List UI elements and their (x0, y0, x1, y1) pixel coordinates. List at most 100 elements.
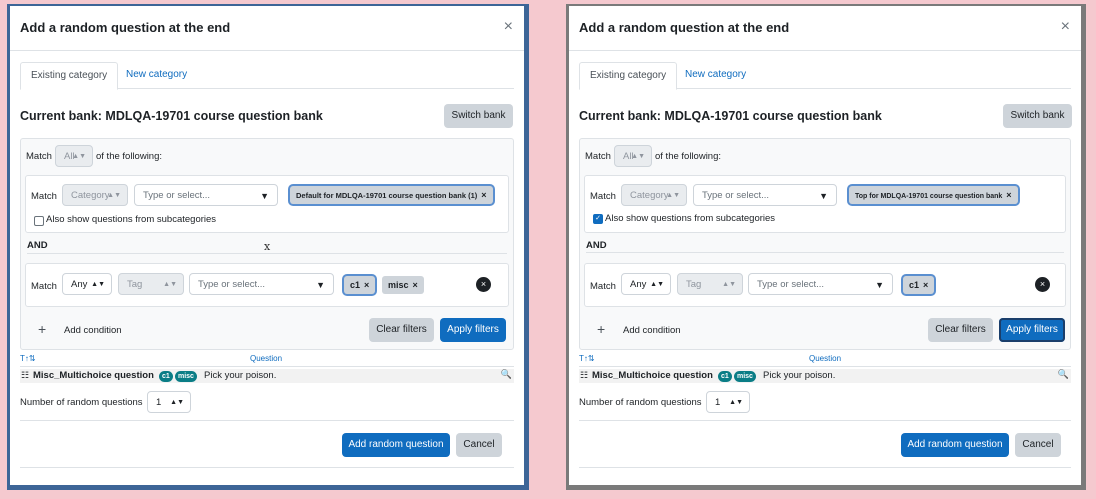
tag-type-value: Tag (127, 279, 143, 290)
add-random-question-button[interactable]: Add random question (342, 433, 450, 457)
preview-icon[interactable]: 🔍 (501, 369, 512, 380)
divider (586, 252, 1064, 253)
tag-condition: Match Any ▲▼ Tag ▲▼ Type or select... ▼ c1 ×… (25, 263, 509, 307)
tabs: Existing category New category (579, 62, 1071, 90)
match-label: Match (590, 281, 616, 292)
divider (579, 420, 1071, 421)
dialog-title: Add a random question at the end (579, 20, 790, 35)
tag-any-select[interactable]: Any ▲▼ (62, 273, 112, 295)
category-placeholder: Type or select... (143, 190, 211, 201)
apply-filters-button[interactable]: Apply filters (440, 318, 506, 342)
tag-chip-c1[interactable]: c1 × (344, 276, 376, 294)
tag-any-select[interactable]: Any ▲▼ (621, 273, 671, 295)
switch-bank-button[interactable]: Switch bank (444, 104, 513, 128)
add-random-question-button[interactable]: Add random question (901, 433, 1009, 457)
num-random-select[interactable]: 1 ▲▼ (147, 391, 191, 413)
tag-type-select[interactable]: Tag ▲▼ (118, 273, 184, 295)
match-all-select[interactable]: All ▲▼ (55, 145, 93, 167)
add-condition-link[interactable]: Add condition (64, 325, 122, 336)
category-placeholder: Type or select... (702, 190, 770, 201)
and-label: AND (27, 240, 48, 251)
tag-badge-misc: misc (734, 371, 756, 382)
left-dialog-frame: Add a random question at the end × Exist… (7, 4, 529, 490)
clear-filters-button[interactable]: Clear filters (928, 318, 993, 342)
question-table-header: T↑⇅ Question (579, 354, 1071, 367)
plus-icon[interactable]: + (38, 321, 46, 337)
tab-existing-category[interactable]: Existing category (579, 62, 678, 90)
preview-icon[interactable]: 🔍 (1058, 369, 1069, 380)
category-chip[interactable]: Default for MDLQA-19701 course question … (290, 186, 493, 204)
tag-badge-misc: misc (175, 371, 197, 382)
of-following-label: of the following: (655, 151, 722, 162)
remove-chip-icon[interactable]: × (923, 280, 928, 290)
current-bank-title: Current bank: MDLQA-19701 course questio… (20, 109, 323, 123)
tab-existing-category[interactable]: Existing category (20, 62, 119, 90)
tag-chip-label: c1 (909, 280, 920, 290)
updown-icon: ▲▼ (72, 153, 86, 160)
tag-any-value: Any (71, 279, 88, 290)
sort-icon[interactable]: T↑⇅ (579, 354, 595, 363)
remove-chip-icon[interactable]: × (481, 190, 486, 200)
question-name: Misc_Multichoice question (33, 370, 154, 381)
category-input[interactable]: Type or select... ▼ (134, 184, 278, 206)
tab-new-category[interactable]: New category (116, 62, 197, 88)
category-condition: Match Category ▲▼ Type or select... ▼ Top … (584, 175, 1066, 233)
multichoice-icon: ☷ (21, 370, 30, 380)
multichoice-icon: ☷ (580, 370, 589, 380)
remove-chip-icon[interactable]: × (413, 280, 418, 290)
match-all-select[interactable]: All ▲▼ (614, 145, 652, 167)
tag-chip-c1[interactable]: c1 × (903, 276, 935, 294)
caret-down-icon: ▼ (316, 280, 325, 290)
updown-icon: ▲▼ (170, 399, 184, 406)
tag-placeholder: Type or select... (757, 279, 825, 290)
num-random-select[interactable]: 1 ▲▼ (706, 391, 750, 413)
question-text: Pick your poison. (204, 370, 277, 381)
apply-filters-button[interactable]: Apply filters (999, 318, 1065, 342)
category-chip[interactable]: Top for MDLQA-19701 course question bank… (849, 186, 1018, 204)
sort-icon[interactable]: T↑⇅ (20, 354, 36, 363)
updown-icon: ▲▼ (650, 281, 664, 288)
num-random-label: Number of random questions (579, 397, 702, 408)
tag-input[interactable]: Type or select... ▼ (748, 273, 893, 295)
tag-condition: Match Any ▲▼ Tag ▲▼ Type or select... ▼ c1 ×… (584, 263, 1066, 307)
tag-type-select[interactable]: Tag ▲▼ (677, 273, 743, 295)
cancel-button[interactable]: Cancel (1015, 433, 1061, 457)
cancel-button[interactable]: Cancel (456, 433, 502, 457)
category-condition: Match Category ▲▼ Type or select... ▼ Defa… (25, 175, 509, 233)
close-icon[interactable]: × (504, 18, 513, 36)
question-table-header: T↑⇅ Question (20, 354, 514, 367)
close-icon[interactable]: × (1061, 18, 1070, 36)
switch-bank-button[interactable]: Switch bank (1003, 104, 1072, 128)
num-random-value: 1 (715, 397, 721, 408)
category-type-select[interactable]: Category ▲▼ (621, 184, 687, 206)
remove-condition-icon[interactable]: × (476, 277, 491, 292)
match-label: Match (585, 151, 611, 162)
subcategories-checkbox[interactable] (34, 216, 44, 226)
tab-new-category[interactable]: New category (675, 62, 756, 88)
category-type-value: Category (71, 190, 110, 201)
add-condition-link[interactable]: Add condition (623, 325, 681, 336)
tag-any-value: Any (630, 279, 647, 290)
subcategories-checkbox[interactable]: ✓ (593, 214, 603, 224)
clear-filters-button[interactable]: Clear filters (369, 318, 434, 342)
remove-condition-icon[interactable]: × (1035, 277, 1050, 292)
updown-icon: ▲▼ (631, 153, 645, 160)
category-type-select[interactable]: Category ▲▼ (62, 184, 128, 206)
tag-input[interactable]: Type or select... ▼ (189, 273, 334, 295)
category-input[interactable]: Type or select... ▼ (693, 184, 837, 206)
divider (579, 467, 1071, 468)
question-column-header[interactable]: Question (809, 354, 841, 363)
plus-icon[interactable]: + (597, 321, 605, 337)
tag-chip-misc[interactable]: misc × (382, 276, 424, 294)
tag-type-value: Tag (686, 279, 702, 290)
remove-chip-icon[interactable]: × (364, 280, 369, 290)
updown-icon: ▲▼ (107, 192, 121, 199)
question-column-header[interactable]: Question (250, 354, 282, 363)
divider (20, 420, 514, 421)
match-label: Match (31, 281, 57, 292)
caret-down-icon: ▼ (875, 280, 884, 290)
remove-chip-icon[interactable]: × (1006, 190, 1011, 200)
question-name: Misc_Multichoice question (592, 370, 713, 381)
question-text: Pick your poison. (763, 370, 836, 381)
tag-placeholder: Type or select... (198, 279, 266, 290)
